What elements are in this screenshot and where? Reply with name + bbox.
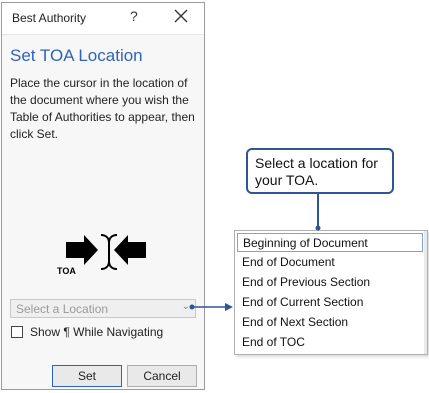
- left-arrow-icon: [114, 235, 146, 265]
- instructions-text: Place the cursor in the location of the …: [10, 76, 195, 141]
- ibeam-cursor-icon: [100, 234, 118, 270]
- location-select-placeholder: Select a Location: [16, 302, 109, 316]
- location-select[interactable]: Select a Location ⌄: [10, 299, 196, 318]
- title-bar: Best Authority ?: [2, 3, 204, 35]
- show-paragraph-checkbox[interactable]: [11, 326, 23, 338]
- best-authority-dialog: Best Authority ? Set TOA Location Place …: [1, 2, 205, 390]
- dropdown-item-end-of-previous-section[interactable]: End of Previous Section: [237, 273, 423, 292]
- show-paragraph-label: Show ¶ While Navigating: [30, 325, 164, 339]
- set-button[interactable]: Set: [52, 365, 122, 387]
- close-icon[interactable]: [172, 7, 190, 25]
- dialog-title: Best Authority: [12, 11, 87, 25]
- location-dropdown-list: Beginning of Document End of Document En…: [234, 230, 428, 355]
- right-arrow-icon: [66, 235, 98, 265]
- arrow-head-right-icon: [225, 303, 233, 311]
- toa-label: TOA: [57, 266, 76, 276]
- dropdown-item-beginning-of-document[interactable]: Beginning of Document: [237, 233, 423, 252]
- cancel-button[interactable]: Cancel: [127, 365, 197, 387]
- chevron-down-icon: ⌄: [181, 301, 190, 312]
- dropdown-scrollbar[interactable]: [424, 231, 427, 354]
- callout-box: Select a location for your TOA.: [246, 148, 394, 194]
- callout-text: Select a location for your TOA.: [255, 155, 378, 188]
- dropdown-item-end-of-document[interactable]: End of Document: [237, 253, 423, 272]
- page-title: Set TOA Location: [10, 46, 143, 65]
- toa-cursor-graphic: TOA: [57, 234, 146, 276]
- help-button[interactable]: ?: [130, 8, 138, 24]
- dropdown-item-end-of-current-section[interactable]: End of Current Section: [237, 293, 423, 312]
- dropdown-item-end-of-toc[interactable]: End of TOC: [237, 333, 423, 352]
- dropdown-item-end-of-next-section[interactable]: End of Next Section: [237, 313, 423, 332]
